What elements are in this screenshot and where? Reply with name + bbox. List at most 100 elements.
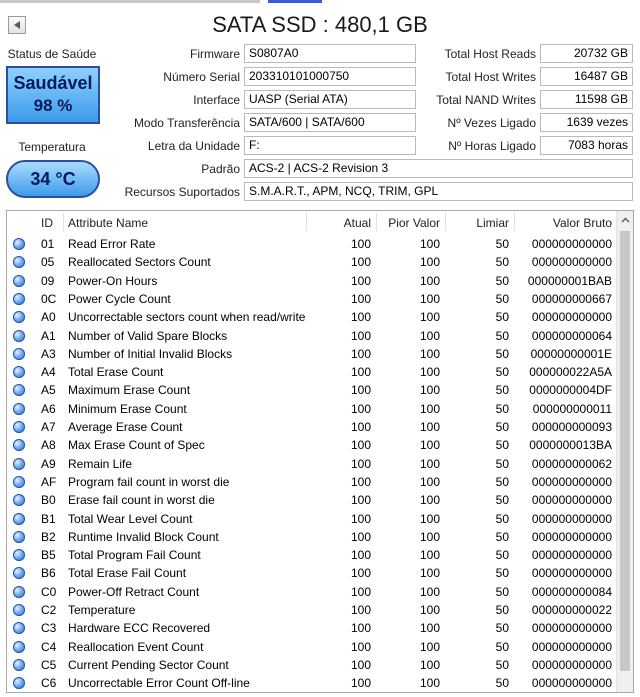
temperature-badge[interactable]: 34 °C [6,160,100,198]
table-row[interactable]: 0C Power Cycle Count 100 100 50 000000000667 [7,290,617,308]
cell-raw-value: 000000000000 [531,657,612,672]
header-raw-value[interactable]: Valor Bruto [553,216,612,230]
cell-id: 05 [41,255,55,270]
cell-worst: 100 [419,639,440,654]
cell-raw-value: 000000000667 [531,291,612,306]
cell-attribute-name: Uncorrectable sectors count when read/wr… [68,310,306,325]
cell-raw-value: 000000000084 [531,584,612,599]
cell-current: 100 [350,566,371,581]
header-id[interactable]: ID [41,216,53,230]
power-on-hours-field: 7083 horas [540,136,633,155]
cell-id: A0 [41,310,56,325]
table-row[interactable]: 01 Read Error Rate 100 100 50 000000000000 [7,235,617,253]
table-row[interactable]: A4 Total Erase Count 100 100 50 000000022A5A [7,363,617,381]
cell-raw-value: 000000000022 [531,603,612,617]
table-row[interactable]: 05 Reallocated Sectors Count 100 100 50 00000… [7,253,617,271]
table-row[interactable]: B1 Total Wear Level Count 100 100 50 00000000… [7,510,617,528]
cell-threshold: 50 [495,310,509,325]
table-row[interactable]: B0 Erase fail count in worst die 100 100 50 0… [7,491,617,509]
host-reads-field: 20732 GB [540,44,633,63]
cell-threshold: 50 [495,255,509,270]
cell-threshold: 50 [495,639,509,654]
cell-threshold: 50 [495,603,509,617]
vertical-scrollbar[interactable] [616,211,633,692]
cell-current: 100 [350,291,371,306]
cell-threshold: 50 [495,676,509,691]
cell-raw-value: 000000000000 [531,529,612,544]
table-row[interactable]: C0 Power-Off Retract Count 100 100 50 0000000… [7,583,617,601]
cell-threshold: 50 [495,273,509,288]
status-good-dot-icon [13,402,25,415]
scroll-up-button[interactable] [617,213,633,227]
table-row[interactable]: A1 Number of Valid Spare Blocks 100 100 50 00… [7,327,617,345]
cell-id: 0C [41,291,57,306]
nand-writes-label: Total NAND Writes [436,93,536,107]
cell-worst: 100 [419,657,440,672]
cell-attribute-name: Total Erase Count [68,365,164,380]
table-row[interactable]: A5 Maximum Erase Count 100 100 50 0000000004D… [7,381,617,399]
cell-current: 100 [350,273,371,288]
cell-threshold: 50 [495,584,509,599]
cell-id: B2 [41,529,56,544]
cell-current: 100 [350,548,371,563]
health-percent: 98 % [33,96,73,115]
health-status-label: Status de Saúde [7,47,97,61]
cell-id: C4 [41,639,57,654]
cell-raw-value: 000000000000 [531,255,612,270]
cell-attribute-name: Hardware ECC Recovered [68,621,211,636]
cell-raw-value: 000000000000 [531,566,612,581]
health-status-badge[interactable]: Saudável 98 % [6,66,100,124]
cell-threshold: 50 [495,456,509,471]
header-attribute-name[interactable]: Attribute Name [68,216,148,230]
table-row[interactable]: A8 Max Erase Count of Spec 100 100 50 0000000… [7,436,617,454]
cell-current: 100 [350,676,371,691]
header-worst[interactable]: Pior Valor [388,216,440,230]
cell-worst: 100 [419,255,440,270]
table-row[interactable]: B5 Total Program Fail Count 100 100 50 000000… [7,546,617,564]
cell-raw-value: 000000000000 [531,493,612,508]
table-row[interactable]: C6 Uncorrectable Error Count Off-line 100 1… [7,674,617,692]
smart-attributes-table[interactable]: ID Attribute Name Atual Pior Valor Limia… [6,210,634,693]
table-row[interactable]: C3 Hardware ECC Recovered 100 100 50 00000000… [7,619,617,637]
table-row[interactable]: A6 Minimum Erase Count 100 100 50 00000000001… [7,400,617,418]
cell-current: 100 [350,657,371,672]
table-row[interactable]: A9 Remain Life 100 100 50 000000000062 [7,455,617,473]
table-row[interactable]: B6 Total Erase Fail Count 100 100 50 00000000… [7,564,617,582]
cell-raw-value: 000000000000 [531,237,612,251]
table-row[interactable]: C4 Reallocation Event Count 100 100 50 000000… [7,638,617,656]
standard-field: ACS-2 | ACS-2 Revision 3 [244,159,633,178]
cell-attribute-name: Total Wear Level Count [68,511,193,526]
cell-attribute-name: Runtime Invalid Block Count [68,529,219,544]
cell-id: B6 [41,566,56,581]
scrollbar-thumb[interactable] [620,231,630,671]
table-row[interactable]: C5 Current Pending Sector Count 100 100 50 00… [7,656,617,674]
cell-raw-value: 000000000000 [531,310,612,325]
cell-id: A8 [41,438,56,453]
status-good-dot-icon [13,274,25,287]
cell-threshold: 50 [495,401,509,416]
cell-worst: 100 [419,566,440,581]
table-row[interactable]: A7 Average Erase Count 100 100 50 00000000009… [7,418,617,436]
cell-id: A7 [41,420,56,434]
cell-raw-value: 00000000001E [530,346,612,361]
cell-id: A5 [41,383,56,398]
status-good-dot-icon [13,238,25,250]
table-row[interactable]: A0 Uncorrectable sectors count when read/… [7,308,617,326]
table-row[interactable]: 09 Power-On Hours 100 100 50 000000001BAB [7,272,617,290]
header-current[interactable]: Atual [344,216,371,230]
header-threshold[interactable]: Limiar [476,216,509,230]
status-good-dot-icon [13,439,25,452]
table-row[interactable]: AF Program fail count in worst die 100 100 5… [7,473,617,491]
cell-id: C3 [41,621,57,636]
table-row[interactable]: C2 Temperature 100 100 50 000000000022 [7,601,617,619]
table-row[interactable]: A3 Number of Initial Invalid Blocks 100 100… [7,345,617,363]
features-label: Recursos Suportados [124,185,240,199]
status-good-dot-icon [13,494,25,507]
cell-worst: 100 [419,310,440,325]
status-good-dot-icon [13,384,25,397]
table-row[interactable]: B2 Runtime Invalid Block Count 100 100 50 000… [7,528,617,546]
chevron-up-icon [620,217,630,223]
cell-current: 100 [350,511,371,526]
cell-raw-value: 000000000000 [531,639,612,654]
cell-worst: 100 [419,456,440,471]
